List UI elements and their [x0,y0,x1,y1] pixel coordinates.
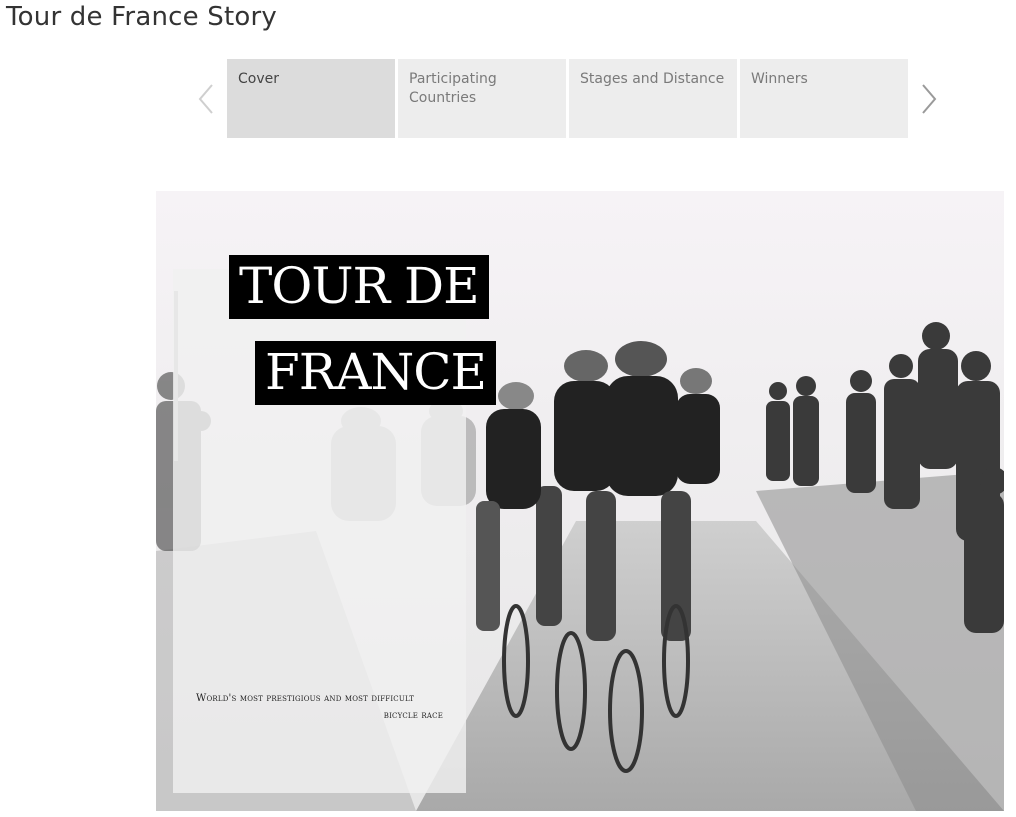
story-point-participating-countries[interactable]: Participating Countries [398,59,566,138]
story-point-winners[interactable]: Winners [740,59,908,138]
chevron-left-icon [198,84,213,114]
previous-story-point-button[interactable] [195,82,217,116]
story-point-stages-and-distance[interactable]: Stages and Distance [569,59,737,138]
story-point-cover[interactable]: Cover [227,59,395,138]
cover-subtitle-line-1: World's most prestigious and most diffic… [196,693,415,704]
story-navigator: Cover Participating Countries Stages and… [227,59,908,138]
cover-subtitle-line-2: bicycle race [383,710,443,721]
next-story-point-button[interactable] [918,82,940,116]
cover-subtitle: World's most prestigious and most diffic… [196,690,443,724]
story-title: Tour de France Story [6,2,277,32]
cover-title-line-2: FRANCE [255,341,496,405]
cover-title-line-1: TOUR DE [229,255,489,319]
cover-dashboard: TOUR DE FRANCE World's most prestigious … [156,191,1004,811]
chevron-right-icon [922,84,937,114]
